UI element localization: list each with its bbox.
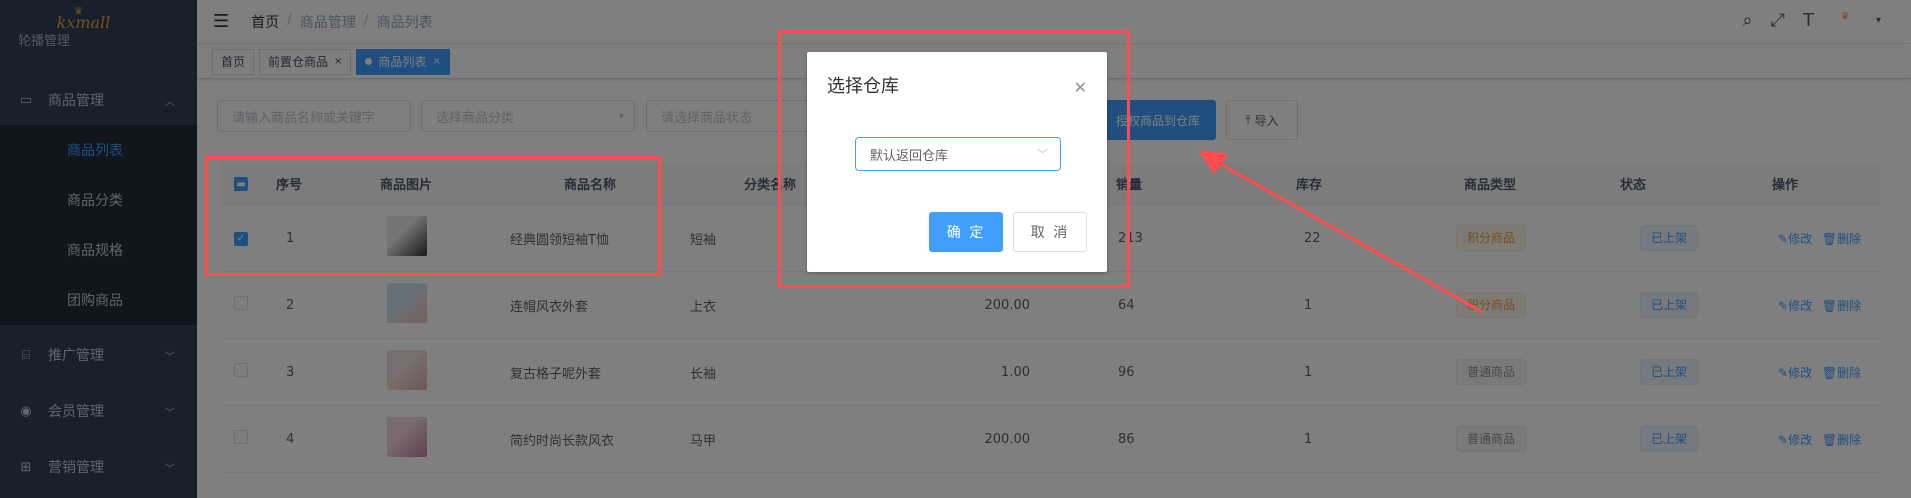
warehouse-select[interactable]: 默认返回仓库 ﹀ (855, 137, 1061, 171)
chevron-down-icon: ﹀ (1037, 148, 1048, 161)
warehouse-selected-value: 默认返回仓库 (870, 148, 949, 164)
close-icon[interactable]: ✕ (1074, 78, 1087, 97)
dialog-title: 选择仓库 (827, 76, 899, 97)
annotation-arrow (1198, 150, 1483, 314)
select-warehouse-dialog: 选择仓库 ✕ 默认返回仓库 ﹀ 确 定 取 消 (807, 52, 1107, 272)
cancel-button[interactable]: 取 消 (1013, 212, 1087, 252)
confirm-button[interactable]: 确 定 (929, 212, 1003, 252)
